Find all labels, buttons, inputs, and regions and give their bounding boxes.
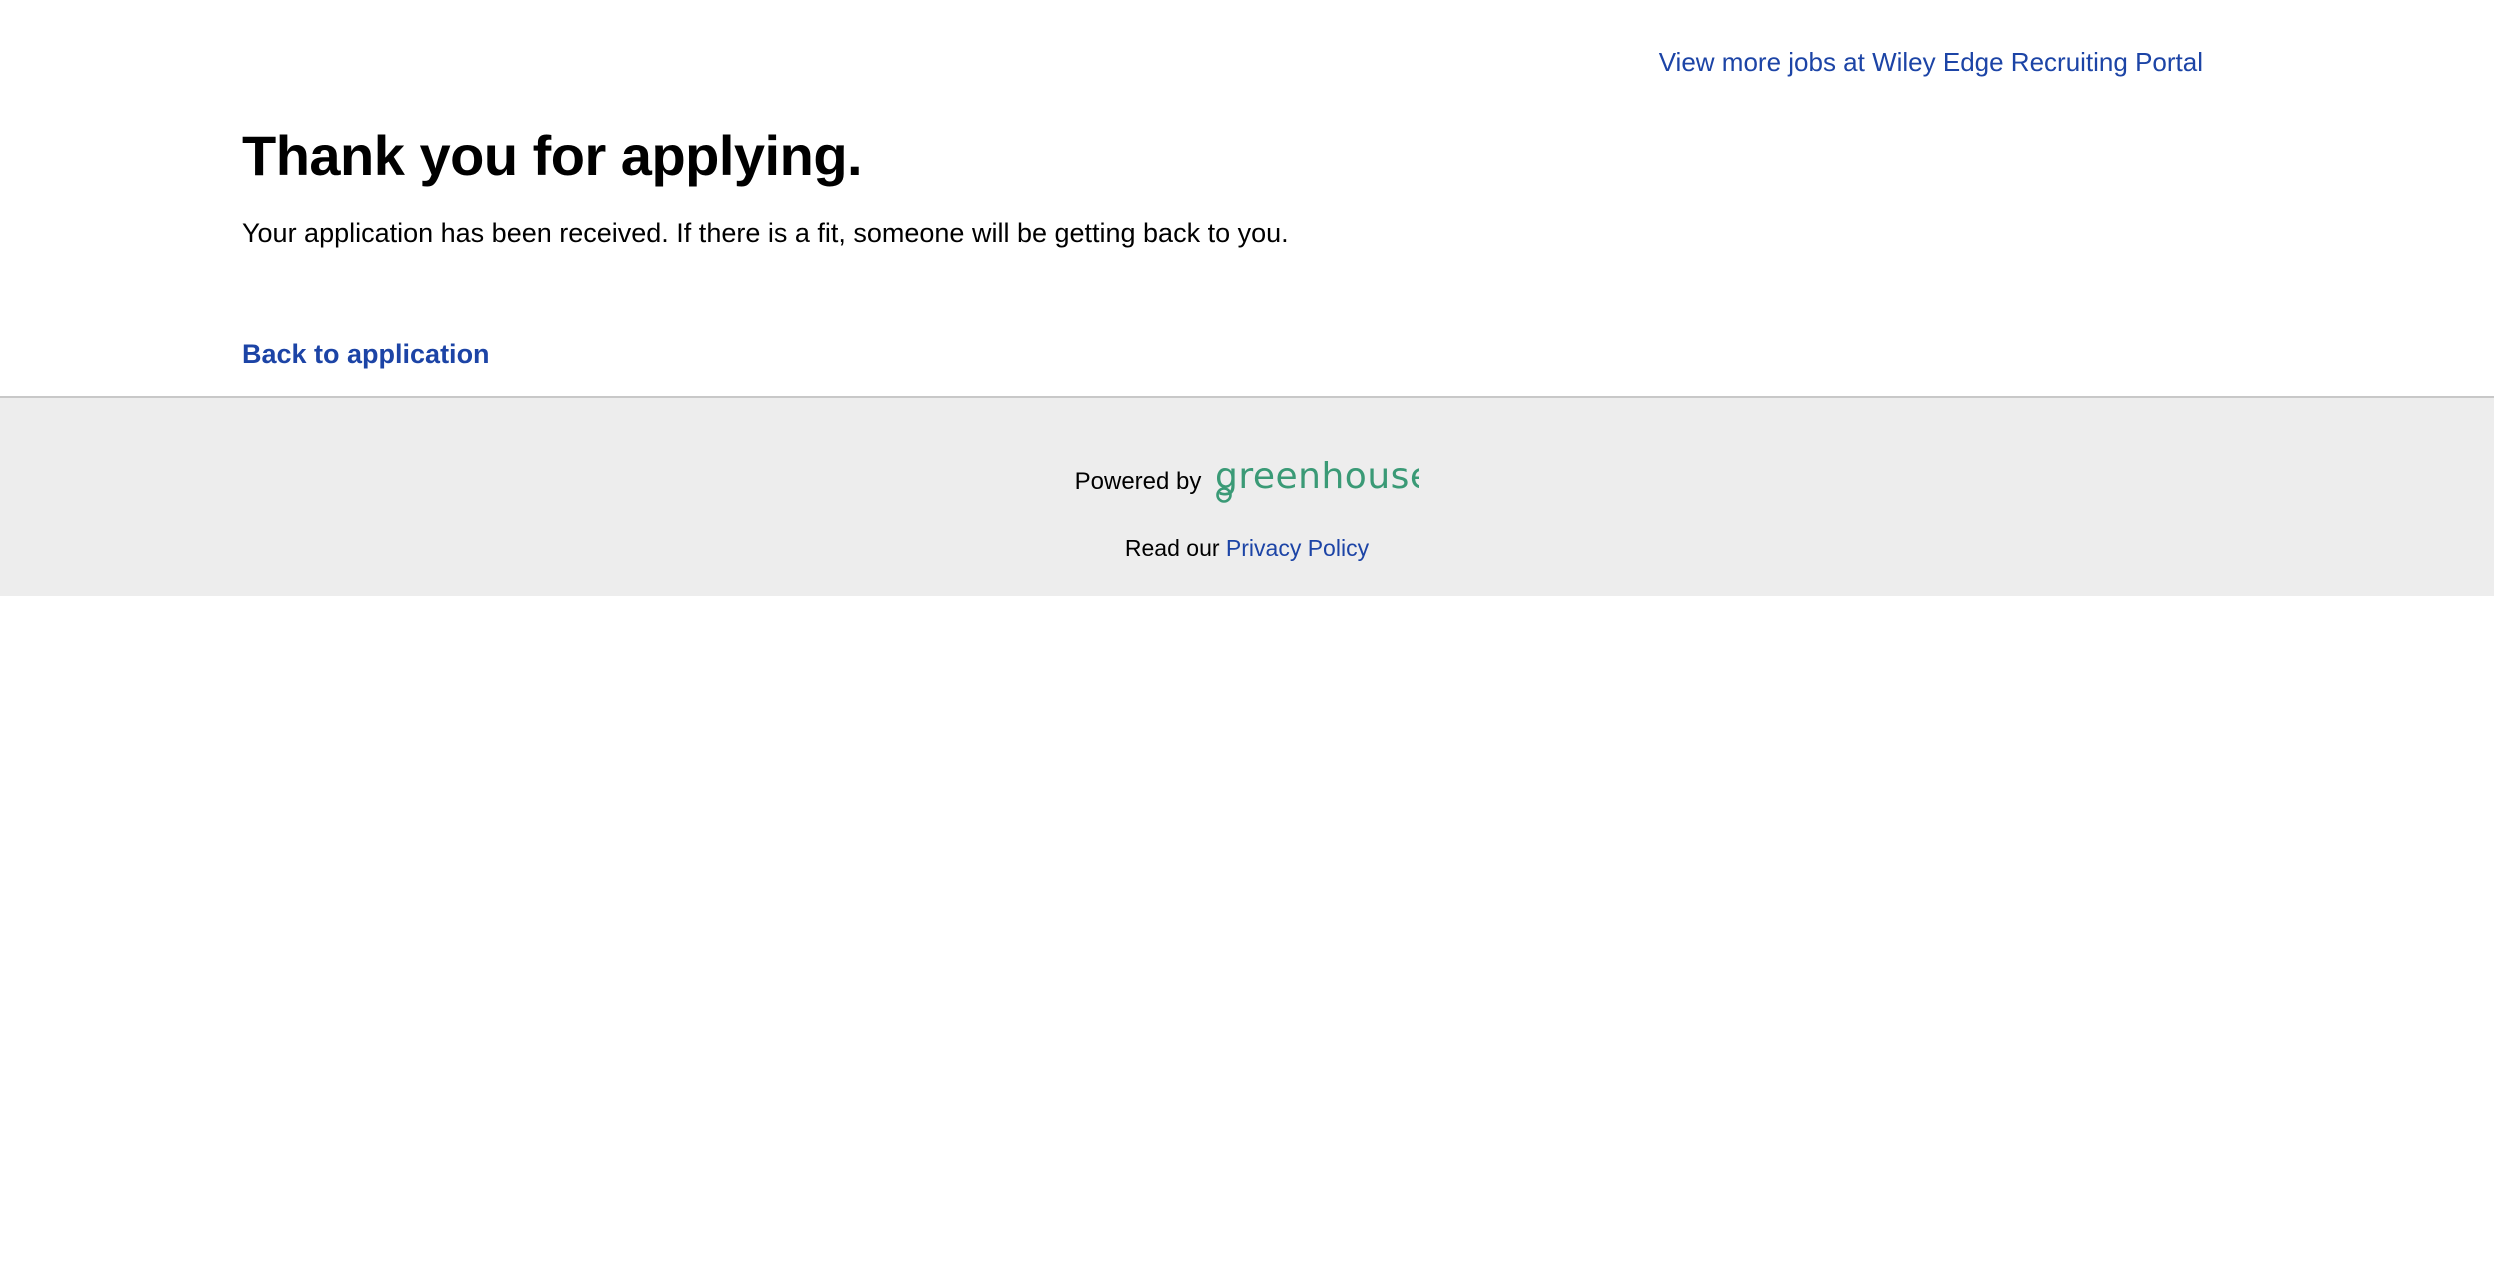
privacy-line: Read our Privacy Policy	[0, 532, 2494, 564]
privacy-policy-link[interactable]: Privacy Policy	[1226, 535, 1369, 561]
greenhouse-logo-link[interactable]: greenhouse	[1215, 454, 1419, 509]
back-to-application-link[interactable]: Back to application	[242, 336, 490, 372]
powered-by-label: Powered by	[1074, 467, 1202, 495]
view-more-jobs-link[interactable]: View more jobs at Wiley Edge Recruiting …	[1659, 44, 2203, 80]
confirmation-section: Thank you for applying. Your application…	[242, 118, 2142, 251]
greenhouse-logo: greenhouse	[1215, 456, 1419, 503]
page: View more jobs at Wiley Edge Recruiting …	[0, 0, 2494, 1272]
powered-by: Powered by greenhouse	[0, 454, 2494, 509]
confirmation-message: Your application has been received. If t…	[242, 218, 1289, 248]
privacy-prefix: Read our	[1124, 535, 1220, 561]
greenhouse-wordmark: greenhouse	[1215, 456, 1419, 497]
page-title: Thank you for applying.	[242, 124, 863, 187]
footer: Powered by greenhouse Read our Privacy P…	[0, 396, 2494, 596]
